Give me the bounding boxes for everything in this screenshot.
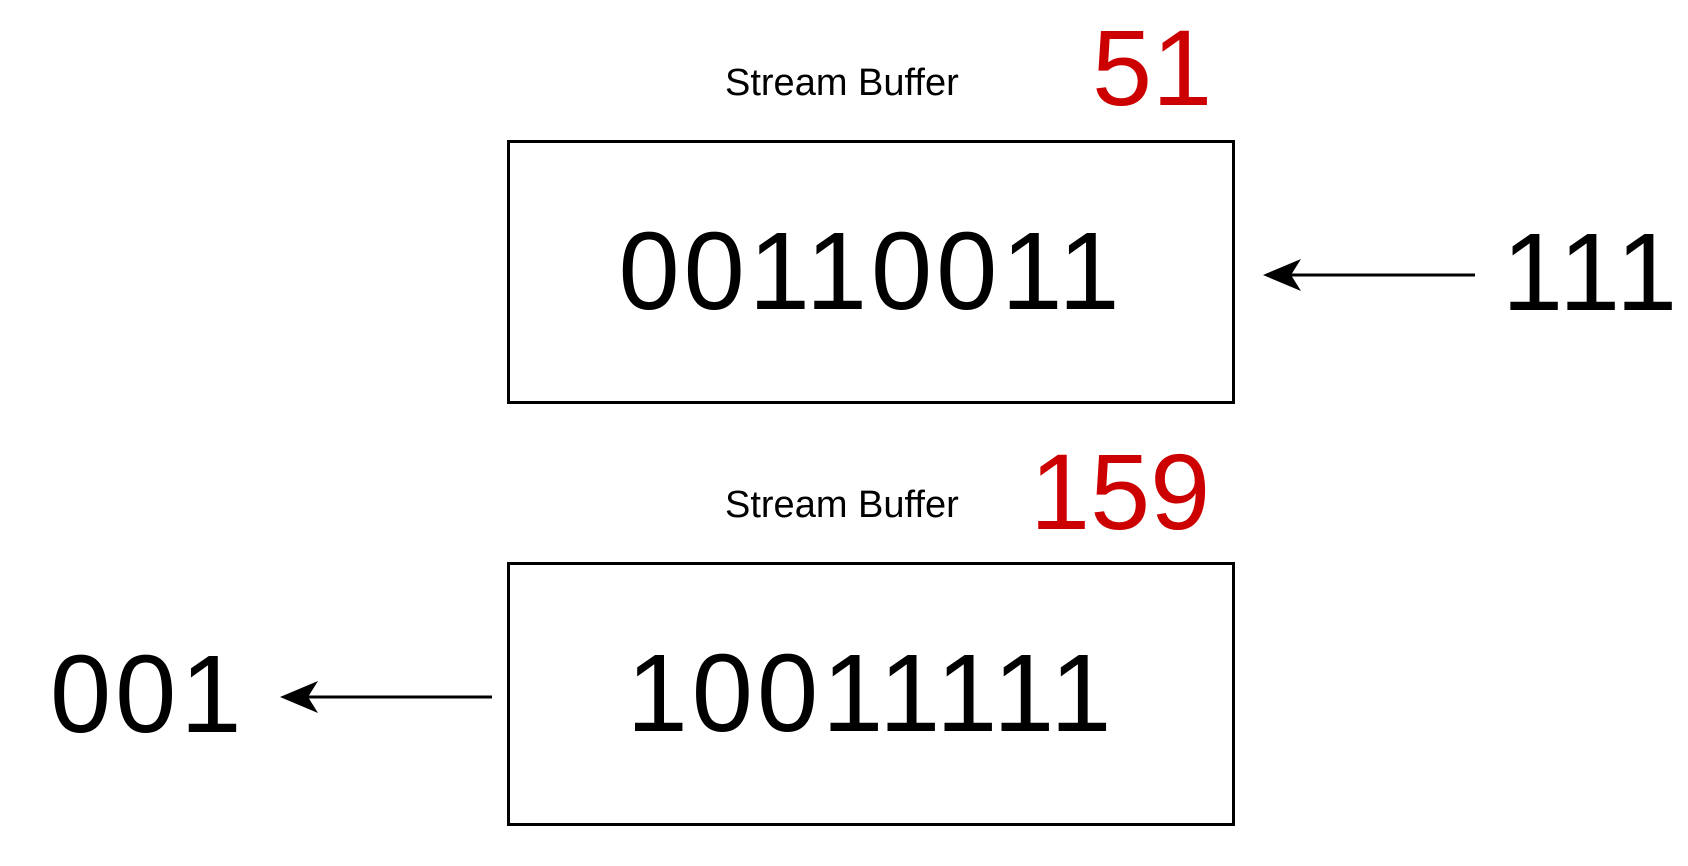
buffer-bits-top: 00110011 [618,210,1124,333]
buffer-decimal-value-top: 51 [1092,7,1213,128]
buffer-decimal-value-bottom: 159 [1030,431,1211,552]
outgoing-arrow-icon [280,681,492,713]
incoming-bits-label: 111 [1502,211,1682,334]
buffer-caption-top: Stream Buffer [725,62,959,104]
incoming-arrow-icon [1263,259,1475,291]
stream-buffer-box-top: 00110011 [507,140,1235,404]
outgoing-bits-label: 001 [50,633,246,756]
buffer-caption-bottom: Stream Buffer [725,484,959,526]
stream-buffer-box-bottom: 10011111 [507,562,1235,826]
buffer-bits-bottom: 10011111 [626,632,1116,755]
